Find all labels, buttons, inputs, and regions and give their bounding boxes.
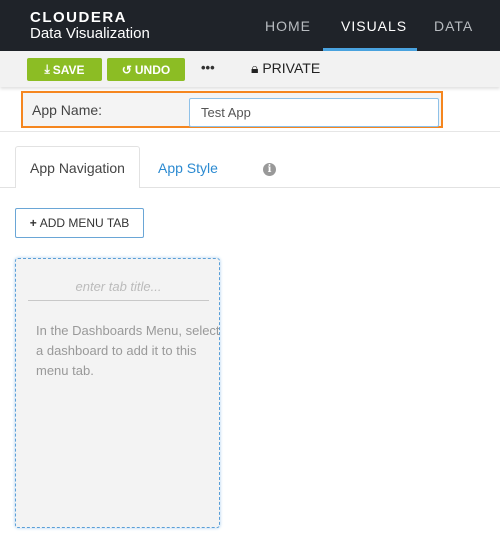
private-label: PRIVATE — [262, 60, 321, 76]
top-header: CLOUDERA Data Visualization HOME VISUALS… — [0, 0, 500, 51]
app-name-label: App Name: — [32, 102, 103, 118]
download-icon: ⤓ — [44, 62, 50, 76]
lock-icon: 🔒︎ — [251, 60, 259, 76]
info-circle-icon[interactable]: i — [263, 163, 276, 176]
private-toggle[interactable]: 🔒︎ PRIVATE — [251, 60, 320, 77]
brand-logo: CLOUDERA — [30, 9, 127, 26]
toolbar: ⤓ SAVE ↺ UNDO ••• 🔒︎ PRIVATE — [0, 51, 500, 87]
tab-app-navigation[interactable]: App Navigation — [15, 146, 140, 188]
add-menu-tab-label: ADD MENU TAB — [39, 216, 130, 230]
app-name-input[interactable] — [189, 98, 439, 127]
save-label: SAVE — [52, 62, 85, 77]
app-name-row: App Name: — [0, 87, 500, 132]
menu-tab-dropzone[interactable]: enter tab title... In the Dashboards Men… — [15, 258, 220, 528]
save-button[interactable]: ⤓ SAVE — [27, 58, 102, 81]
undo-button[interactable]: ↺ UNDO — [107, 58, 185, 81]
tab-app-style[interactable]: App Style — [158, 160, 218, 176]
more-button[interactable]: ••• — [201, 60, 215, 75]
app-name-highlight: App Name: — [21, 91, 443, 128]
nav-data[interactable]: DATA — [434, 18, 473, 34]
menu-tab-hint: In the Dashboards Menu, select a dashboa… — [36, 323, 220, 378]
plus-icon: + — [29, 216, 37, 230]
undo-label: UNDO — [134, 62, 171, 77]
nav-visuals[interactable]: VISUALS — [341, 18, 407, 34]
undo-icon: ↺ — [121, 62, 132, 77]
tab-title-input[interactable]: enter tab title... — [28, 279, 209, 301]
product-name: Data Visualization — [30, 25, 150, 42]
nav-home[interactable]: HOME — [265, 18, 311, 34]
add-menu-tab-button[interactable]: + ADD MENU TAB — [15, 208, 144, 238]
